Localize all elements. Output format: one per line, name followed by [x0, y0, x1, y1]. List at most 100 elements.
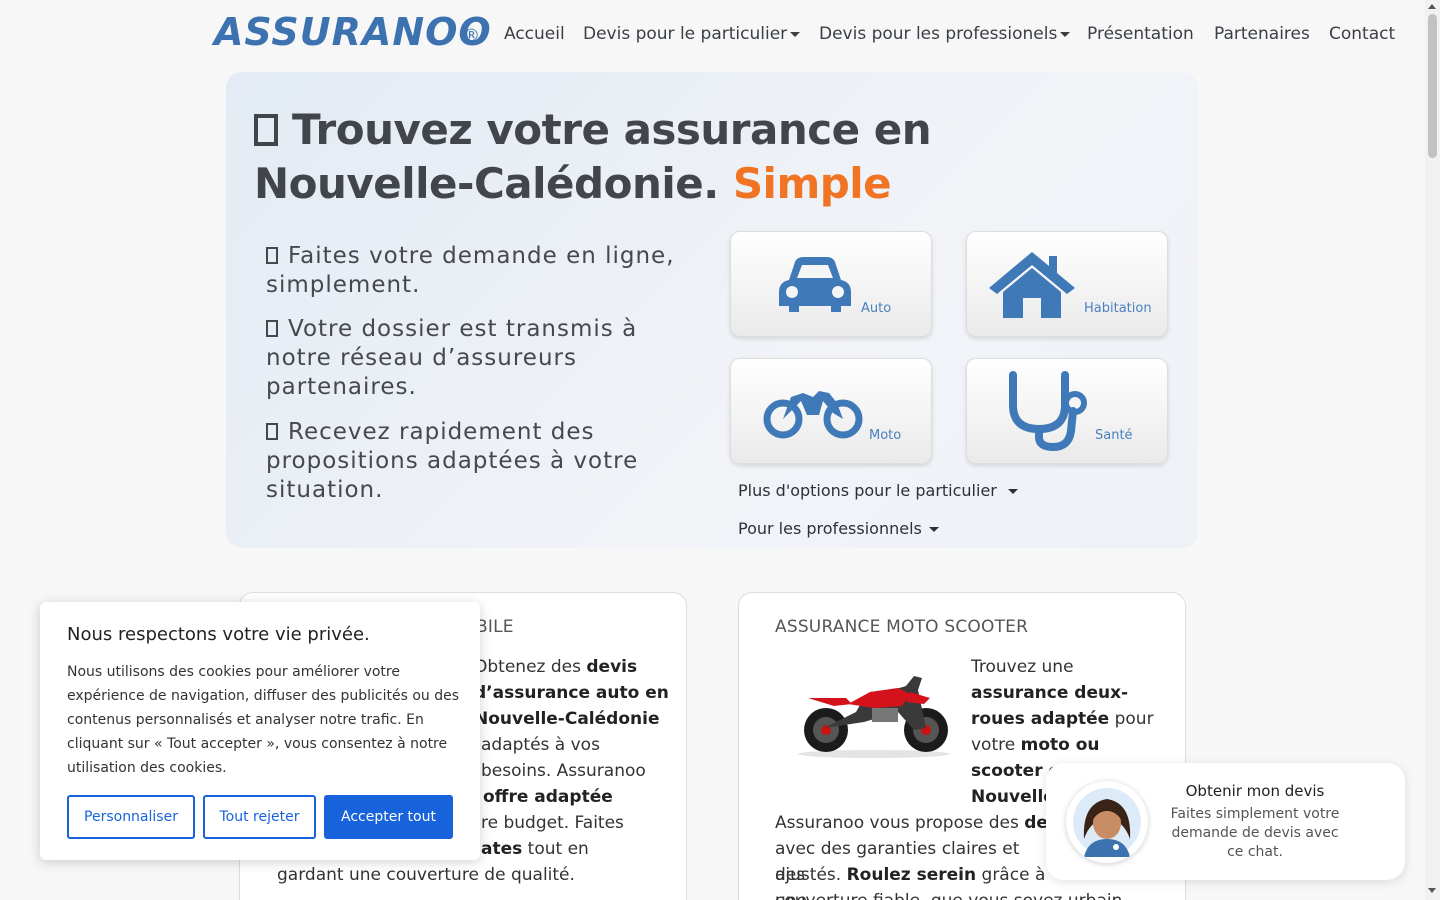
tile-auto[interactable]: Auto	[730, 231, 932, 337]
chat-widget[interactable]: Obtenir mon devis Faites simplement votr…	[1046, 763, 1405, 880]
card-text-line: Obtenez des	[474, 657, 581, 677]
page-scrollbar[interactable]	[1425, 0, 1440, 900]
more-options-dropdown[interactable]: Plus d'options pour le particulier	[738, 481, 1018, 500]
nav-label: Accueil	[504, 24, 565, 44]
registered-mark: ®	[463, 26, 480, 46]
hero-title: Trouvez votre assurance en Nouvelle-Calé…	[254, 103, 1054, 211]
tile-label: Habitation	[1084, 301, 1152, 316]
nav-item-accueil[interactable]: Accueil	[504, 24, 565, 44]
card-text-bold: roues adaptée	[971, 709, 1110, 729]
navbar: ASSURANOO ® Accueil Devis pour le partic…	[0, 0, 1425, 70]
tile-label: Santé	[1095, 428, 1133, 443]
card-text: Nouvelle-Calédonie	[474, 706, 674, 732]
card-text-line: votre	[971, 735, 1016, 755]
placeholder-glyph-icon	[254, 114, 278, 146]
customize-button[interactable]: Personnaliser	[67, 795, 195, 839]
card-text: gardant une couverture de qualité.	[277, 862, 677, 888]
card-text: Obtenez des devis	[474, 654, 674, 680]
card-text: re budget. Faites	[481, 810, 681, 836]
reject-all-button[interactable]: Tout rejeter	[203, 795, 316, 839]
pro-options-dropdown[interactable]: Pour les professionnels	[738, 519, 939, 538]
motorcycle-icon	[763, 391, 863, 439]
cookie-banner: Nous respectons votre vie privée. Nous u…	[40, 602, 480, 860]
scroll-thumb[interactable]	[1428, 14, 1437, 158]
cookie-title: Nous respectons votre vie privée.	[67, 624, 370, 645]
house-icon	[989, 252, 1075, 318]
chat-text: Faites simplement votre demande de devis…	[1170, 806, 1340, 860]
card-text-line: adaptés à vos	[481, 735, 600, 755]
placeholder-glyph-icon	[266, 423, 278, 440]
nav-item-presentation[interactable]: Présentation	[1087, 24, 1194, 44]
card-text: adaptés à vos	[481, 732, 681, 758]
caret-down-icon	[1007, 489, 1018, 494]
caret-down-icon	[790, 31, 801, 37]
tile-label: Auto	[861, 301, 892, 316]
hero-bullet: Votre dossier est transmis à notre résea…	[266, 315, 686, 402]
card-title: BILE	[476, 617, 514, 637]
scroll-up-icon[interactable]	[1428, 4, 1436, 9]
card-text-bold: ates	[481, 839, 523, 859]
hero-accent-word: Simple	[732, 159, 892, 208]
card-text-line: re budget. Faites	[481, 813, 624, 833]
stethoscope-icon	[1009, 371, 1087, 451]
card-text-bold: de	[1024, 813, 1048, 833]
card-text-line: Assuranoo vous propose des	[775, 813, 1019, 833]
hero-bullet: Recevez rapidement des propositions adap…	[266, 418, 686, 505]
card-text-bold: assurance deux-	[971, 683, 1129, 703]
dropdown-label: Pour les professionnels	[738, 519, 922, 538]
card-text: Assuranoo vous propose des de	[775, 810, 1065, 836]
scroll-down-icon[interactable]	[1428, 888, 1436, 893]
card-text-line: gardant une couverture de qualité.	[277, 865, 575, 885]
nav-item-devis-professionels[interactable]: Devis pour les professionels	[819, 24, 1071, 44]
card-text-line: pour	[1114, 709, 1154, 729]
card-text-line: couverture fiable, que vous soyez urbain	[775, 891, 1122, 900]
card-text-bold: Roulez serein	[846, 865, 977, 885]
card-text: offre adaptée	[483, 784, 683, 810]
nav-label: Présentation	[1087, 24, 1194, 44]
card-title: ASSURANCE MOTO SCOOTER	[775, 617, 1029, 637]
nav-item-contact[interactable]: Contact	[1329, 24, 1395, 44]
card-text-bold: Nouvelle-Calédonie	[474, 709, 660, 729]
card-text: d’assurance auto en	[474, 680, 674, 706]
brand-logo[interactable]: ASSURANOO	[214, 10, 492, 54]
card-text: besoins. Assuranoo	[481, 758, 681, 784]
card-text-line: besoins. Assuranoo	[481, 761, 646, 781]
tile-label: Moto	[869, 428, 902, 443]
tile-moto[interactable]: Moto	[730, 358, 932, 464]
card-text: ates tout en	[481, 836, 681, 862]
assistant-avatar-icon	[1073, 788, 1141, 857]
card-text-bold: d’assurance auto en	[474, 683, 669, 703]
card-text: assurance deux-	[971, 680, 1171, 706]
nav-label: Devis pour les professionels	[819, 24, 1058, 44]
nav-item-partenaires[interactable]: Partenaires	[1214, 24, 1310, 44]
hero-bullet-text: Recevez rapidement des propositions adap…	[266, 419, 639, 503]
chat-avatar	[1066, 781, 1148, 863]
hero-bullet-text: Faites votre demande en ligne, simplemen…	[266, 243, 675, 298]
motorcycle-photo	[798, 676, 950, 758]
card-text-bold: moto ou	[1020, 735, 1100, 755]
card-text-bold: Nouvelle	[971, 787, 1055, 807]
tile-sante[interactable]: Santé	[966, 358, 1168, 464]
cookie-body: Nous utilisons des cookies pour améliore…	[67, 664, 459, 776]
car-icon	[779, 257, 851, 312]
card-text-bold: offre adaptée	[483, 787, 613, 807]
nav-label: Partenaires	[1214, 24, 1310, 44]
nav-item-devis-particulier[interactable]: Devis pour le particulier	[583, 24, 801, 44]
card-text-line: Trouvez une	[971, 657, 1074, 677]
accept-all-button[interactable]: Accepter tout	[324, 795, 453, 839]
dropdown-label: Plus d'options pour le particulier	[738, 481, 997, 500]
hero-bullet-text: Votre dossier est transmis à notre résea…	[266, 316, 638, 400]
chat-title: Obtenir mon devis	[1185, 782, 1325, 800]
nav-label: Contact	[1329, 24, 1396, 44]
nav-label: Devis pour le particulier	[583, 24, 788, 44]
caret-down-icon	[928, 527, 939, 532]
caret-down-icon	[1060, 31, 1071, 37]
card-text: Trouvez une	[971, 654, 1171, 680]
hero-bullet: Faites votre demande en ligne, simplemen…	[266, 242, 686, 300]
card-text: votre moto ou	[971, 732, 1171, 758]
card-text: roues adaptée pour	[971, 706, 1171, 732]
tile-habitation[interactable]: Habitation	[966, 231, 1168, 337]
placeholder-glyph-icon	[266, 247, 278, 264]
card-text: Nouvelle	[971, 784, 1055, 810]
card-text: couverture fiable, que vous soyez urbain	[775, 888, 1155, 900]
